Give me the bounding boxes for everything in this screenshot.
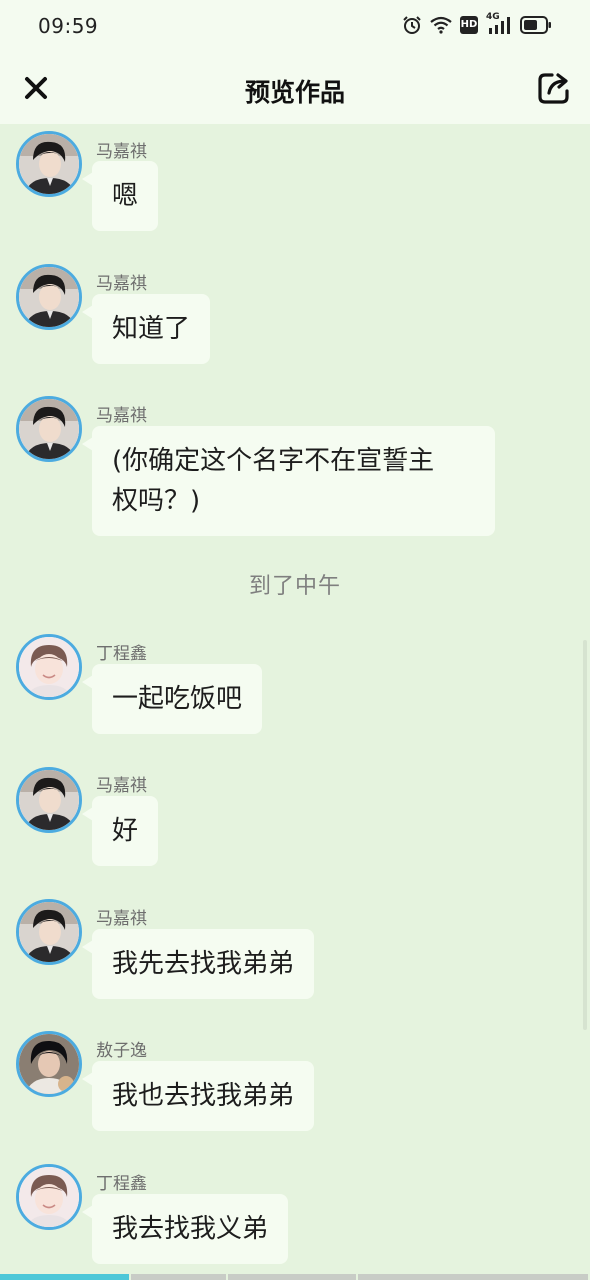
alarm-icon [402,15,422,35]
status-bar: 09:59 HD 4G [0,0,590,54]
sender-name: 敖子逸 [96,1041,147,1061]
avatar[interactable] [16,264,82,330]
message-text: 嗯 [112,181,139,211]
time-divider: 到了中午 [248,574,341,599]
progress-segment [357,1274,588,1280]
message-bubble[interactable]: 一起吃饭吧 [92,664,263,734]
sender-name: 马嘉祺 [96,776,147,796]
message-bubble[interactable]: 我去找我义弟 [92,1194,289,1264]
hd-icon: HD [460,16,478,34]
progress-segment-active [0,1274,130,1280]
progress-segment [228,1274,356,1280]
4g-signal-icon: 4G [486,12,512,35]
avatar[interactable] [16,634,82,700]
scrollbar[interactable] [583,640,587,1030]
sender-name: 丁程鑫 [96,1174,147,1194]
message-bubble[interactable]: 好 [92,796,159,866]
message-bubble[interactable]: 我先去找我弟弟 [92,929,315,999]
message-text: 好 [112,816,139,846]
page-title: 预览作品 [244,78,345,107]
header: 预览作品 [0,54,590,124]
message-text-line2: 权吗？) [112,486,201,516]
sender-name: 马嘉祺 [96,909,147,929]
battery-icon [520,16,552,34]
avatar[interactable] [16,396,82,462]
message-text: 一起吃饭吧 [112,684,243,714]
message-text: (你确定这个名字不在宣誓主 [112,446,435,476]
avatar[interactable] [16,1164,82,1230]
message-bubble[interactable]: 我也去找我弟弟 [92,1061,315,1131]
sender-name: 马嘉祺 [96,274,147,294]
message-text: 知道了 [112,314,191,344]
wifi-icon [430,16,452,34]
message-bubble[interactable]: (你确定这个名字不在宣誓主 权吗？) [92,426,495,536]
message-text: 我也去找我弟弟 [112,1081,295,1111]
sender-name: 马嘉祺 [96,406,147,426]
share-icon [538,73,569,104]
message-text: 我先去找我弟弟 [112,949,295,979]
sender-name: 丁程鑫 [96,644,147,664]
message-bubble[interactable]: 知道了 [92,294,211,364]
share-button[interactable] [536,70,572,106]
sender-name: 马嘉祺 [96,142,147,162]
avatar[interactable] [16,1031,82,1097]
status-time: 09:59 [38,14,99,38]
status-icons: HD 4G [402,12,552,35]
message-text: 我去找我义弟 [112,1214,269,1244]
avatar[interactable] [16,131,82,197]
message-bubble[interactable]: 嗯 [92,161,159,231]
avatar[interactable] [16,767,82,833]
avatar[interactable] [16,899,82,965]
bottom-progress-bar [0,1274,590,1280]
progress-segment [131,1274,227,1280]
